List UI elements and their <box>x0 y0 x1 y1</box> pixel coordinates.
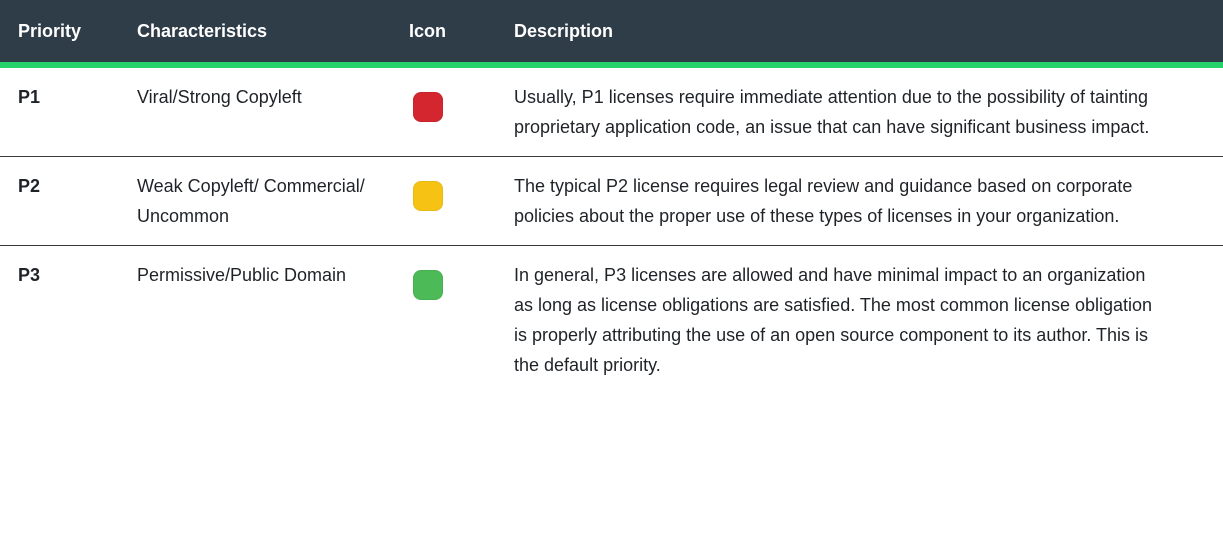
red-priority-square-icon <box>413 92 443 122</box>
table-row: P3 Permissive/Public Domain In general, … <box>0 246 1223 395</box>
priority-cell: P1 <box>0 65 119 157</box>
header-row: Priority Characteristics Icon Descriptio… <box>0 0 1223 68</box>
description-cell: Usually, P1 licenses require immediate a… <box>496 65 1223 157</box>
table-row: P2 Weak Copyleft/ Commercial/ Uncommon T… <box>0 156 1223 246</box>
table-row: P1 Viral/Strong Copyleft Usually, P1 lic… <box>0 65 1223 157</box>
table-body: P1 Viral/Strong Copyleft Usually, P1 lic… <box>0 65 1223 394</box>
header-description: Description <box>496 0 1223 68</box>
characteristics-cell: Weak Copyleft/ Commercial/ Uncommon <box>119 156 393 246</box>
table-header: Priority Characteristics Icon Descriptio… <box>0 0 1223 68</box>
yellow-priority-square-icon <box>413 181 443 211</box>
icon-cell <box>393 65 496 157</box>
icon-cell <box>393 246 496 395</box>
priority-cell: P2 <box>0 156 119 246</box>
header-priority: Priority <box>0 0 119 68</box>
license-priority-table: Priority Characteristics Icon Descriptio… <box>0 0 1223 394</box>
description-cell: In general, P3 licenses are allowed and … <box>514 265 1153 375</box>
characteristics-cell: Permissive/Public Domain <box>137 265 347 285</box>
characteristics-cell: Viral/Strong Copyleft <box>119 65 393 157</box>
description-cell: The typical P2 license requires legal re… <box>496 156 1223 246</box>
green-priority-square-icon <box>413 270 443 300</box>
priority-cell: P3 <box>18 265 41 285</box>
header-characteristics: Characteristics <box>119 0 393 68</box>
icon-cell <box>393 156 496 246</box>
header-icon: Icon <box>393 0 496 68</box>
